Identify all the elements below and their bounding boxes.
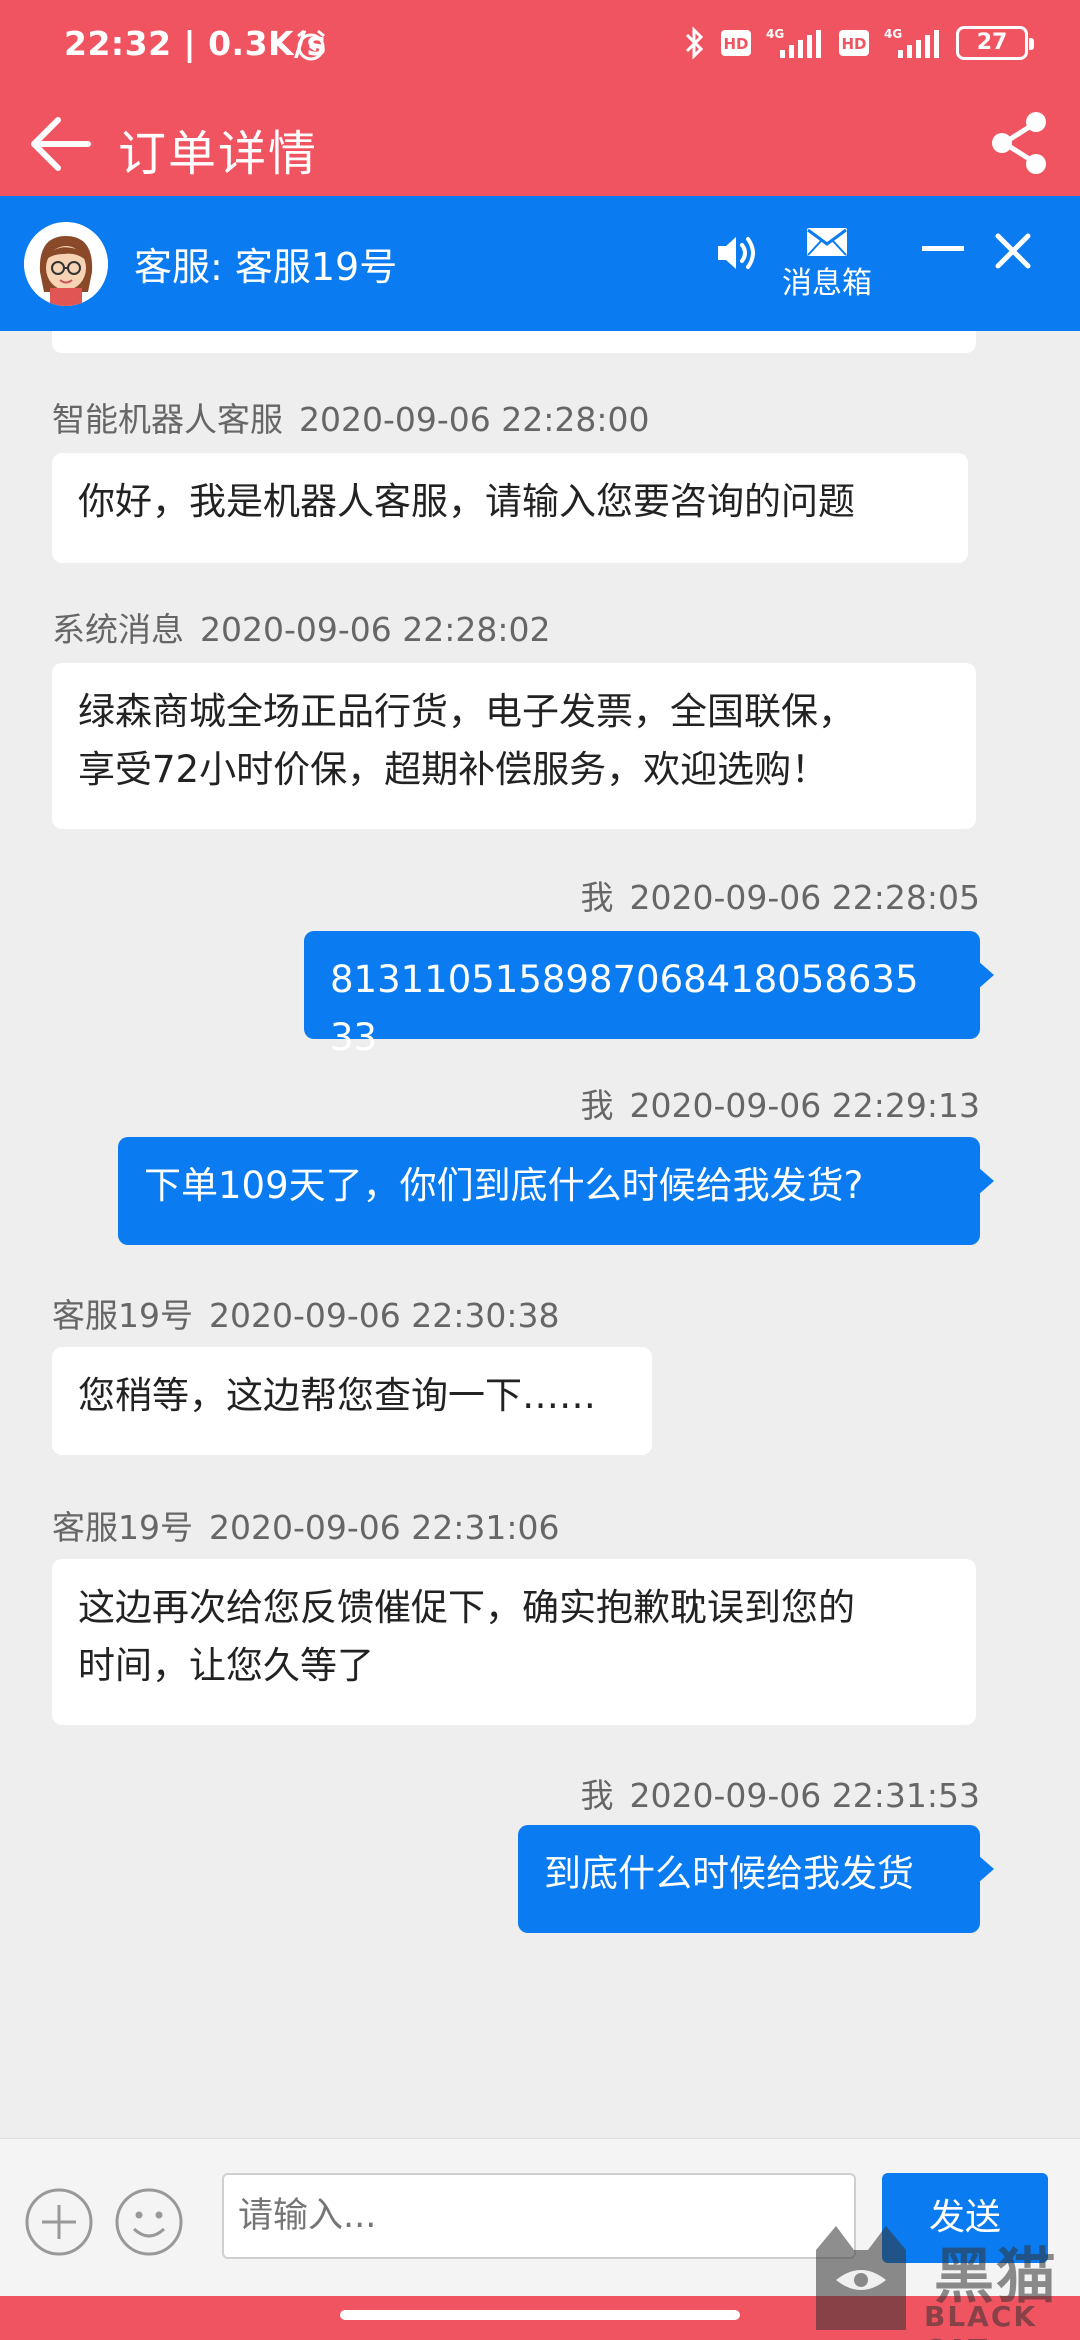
status-time: 22:32 | 0.3K/s (64, 24, 327, 63)
status-icons: HD 4G HD 4G 27 (684, 26, 1034, 60)
add-icon[interactable] (24, 2187, 94, 2257)
message-meta: 我 2020-09-06 22:31:53 (581, 1769, 980, 1817)
signal-icon-1: 4G (766, 27, 821, 58)
previous-message-bubble (52, 331, 976, 353)
message-meta: 客服19号 2020-09-06 22:31:06 (52, 1501, 559, 1549)
message-meta: 智能机器人客服 2020-09-06 22:28:00 (52, 393, 649, 441)
message-meta: 系统消息 2020-09-06 22:28:02 (52, 603, 550, 651)
hd-icon-2: HD (839, 30, 869, 56)
message-time: 2020-09-06 22:31:06 (209, 1508, 560, 1547)
message-sender: 我 (580, 878, 614, 917)
bluetooth-icon (685, 26, 704, 60)
message-time: 2020-09-06 22:28:00 (299, 400, 650, 439)
message-line: 享受72小时价保，超期补偿服务，欢迎选购！ (78, 748, 829, 791)
cs-agent-title: 客服: 客服19号 (134, 245, 398, 289)
watermark-logo: 黑猫 BLACK CAT (806, 2220, 1080, 2340)
page-title: 订单详情 (118, 126, 319, 182)
svg-text:4G: 4G (884, 27, 902, 41)
message-sender: 我 (580, 1086, 614, 1125)
message-input[interactable] (222, 2173, 856, 2259)
message-line: 时间，让您久等了 (78, 1644, 374, 1687)
message-sender: 客服19号 (52, 1296, 193, 1335)
alarm-icon (297, 29, 325, 61)
status-bar: 22:32 | 0.3K/s HD 4G HD 4G 27 (0, 0, 1080, 96)
message-sender: 我 (580, 1776, 614, 1815)
message-line: 绿森商城全场正品行货，电子发票，全国联保， (78, 690, 855, 733)
svg-text:4G: 4G (766, 27, 784, 41)
battery-icon: 27 (956, 26, 1034, 60)
message-time: 2020-09-06 22:28:05 (629, 878, 980, 917)
emoji-icon[interactable] (114, 2187, 184, 2257)
avatar (24, 222, 108, 306)
message-sender: 客服19号 (52, 1508, 193, 1547)
message-bubble: 你好，我是机器人客服，请输入您要咨询的问题 (52, 453, 968, 563)
cat-logo-icon (816, 2226, 906, 2330)
message-bubble: 下单109天了，你们到底什么时候给我发货? (118, 1137, 994, 1245)
message-time: 2020-09-06 22:29:13 (629, 1086, 980, 1125)
envelope-icon (807, 228, 847, 256)
home-indicator[interactable] (340, 2310, 740, 2320)
message-bubble: 到底什么时候给我发货 (518, 1825, 994, 1933)
message-time: 2020-09-06 22:28:02 (200, 610, 551, 649)
message-bubble: 这边再次给您反馈催促下，确实抱歉耽误到您的 时间，让您久等了 (52, 1559, 976, 1725)
message-line: 这边再次给您反馈催促下，确实抱歉耽误到您的 (78, 1586, 855, 1629)
hd-icon: HD (721, 30, 751, 56)
svg-text:HD: HD (841, 35, 866, 53)
watermark-subtext: BLACK CAT (924, 2300, 1038, 2340)
message-time: 2020-09-06 22:30:38 (209, 1296, 560, 1335)
message-bubble: 8131105158987068418058635​33 (304, 931, 994, 1059)
chat-area[interactable]: 智能机器人客服 2020-09-06 22:28:00 你好，我是机器人客服，请输… (0, 331, 1080, 2138)
customer-service-bar: 客服: 客服19号 消息箱 (0, 196, 1080, 331)
minimize-icon[interactable] (922, 244, 964, 254)
speaker-icon[interactable] (712, 228, 762, 278)
message-bubble: 您稍等，这边帮您查询一下…… (52, 1347, 652, 1455)
message-time: 2020-09-06 22:31:53 (629, 1776, 980, 1815)
message-meta: 我 2020-09-06 22:28:05 (581, 871, 980, 919)
message-meta: 客服19号 2020-09-06 22:30:38 (52, 1289, 559, 1337)
back-arrow-icon[interactable] (26, 104, 96, 184)
inbox-button[interactable]: 消息箱 (772, 226, 882, 302)
message-bubble: 绿森商城全场正品行货，电子发票，全国联保， 享受72小时价保，超期补偿服务，欢迎… (52, 663, 976, 829)
message-meta: 我 2020-09-06 22:29:13 (581, 1079, 980, 1127)
message-sender: 智能机器人客服 (52, 400, 283, 439)
svg-text:HD: HD (723, 35, 748, 53)
message-sender: 系统消息 (52, 610, 184, 649)
signal-icon-2: 4G (884, 27, 939, 58)
close-icon[interactable] (992, 230, 1034, 272)
share-icon[interactable] (984, 108, 1054, 178)
app-bar: 订单详情 (0, 96, 1080, 196)
inbox-label: 消息箱 (782, 266, 872, 301)
